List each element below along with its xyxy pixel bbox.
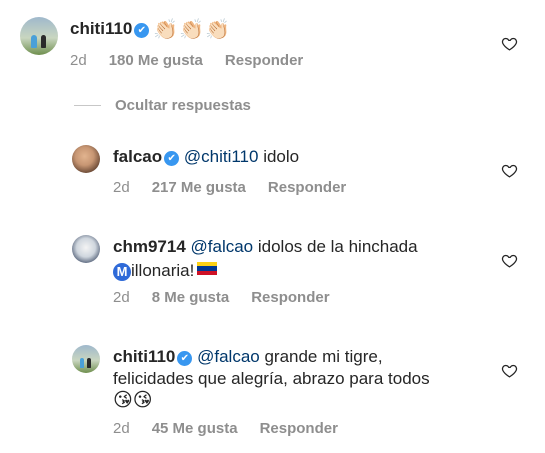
comment-username[interactable]: chm9714	[113, 237, 186, 256]
divider	[74, 105, 101, 106]
comment-username[interactable]: falcao	[113, 147, 162, 166]
comment-text: idolo	[258, 147, 300, 166]
comment: chiti110 ✔ 👏🏻👏🏻👏🏻 2d 180 Me gusta Responder	[0, 0, 545, 90]
reply-comment: chm9714 @falcao idolos de la hinchada Mi…	[0, 230, 545, 320]
heart-outline-icon[interactable]	[501, 362, 518, 379]
hide-replies[interactable]: Ocultar respuestas	[74, 97, 251, 114]
colombia-flag-icon	[197, 262, 218, 275]
mention-link[interactable]: @falcao	[191, 237, 254, 256]
verified-badge-icon: ✔	[177, 351, 193, 366]
millonarios-m-badge: M	[113, 263, 131, 281]
reply-button[interactable]: Responder	[251, 289, 329, 306]
verified-badge-icon: ✔	[164, 151, 180, 166]
heart-outline-icon[interactable]	[501, 162, 518, 179]
like-count[interactable]: 180 Me gusta	[109, 52, 203, 69]
avatar[interactable]	[72, 235, 100, 263]
comment-text: illonaria!	[131, 261, 195, 280]
comment-age[interactable]: 2d	[113, 179, 130, 196]
like-count[interactable]: 8 Me gusta	[152, 289, 230, 306]
comment-age[interactable]: 2d	[113, 289, 130, 306]
mention-link[interactable]: @falcao	[197, 347, 260, 366]
verified-badge-icon: ✔	[134, 23, 150, 38]
reply-button[interactable]: Responder	[268, 179, 346, 196]
comment-text: felicidades que alegría, abrazo para tod…	[113, 369, 430, 388]
reply-comment: falcao ✔ @chiti110 idolo 2d 217 Me gusta Re…	[0, 140, 545, 210]
comment-text: 👏🏻👏🏻👏🏻	[153, 19, 232, 41]
comment-text: grande mi tigre,	[259, 347, 383, 366]
comment-text: idolos de la hinchada	[253, 237, 418, 256]
like-count[interactable]: 217 Me gusta	[152, 179, 246, 196]
avatar[interactable]	[72, 145, 100, 173]
comment-username[interactable]: chiti110	[113, 347, 175, 366]
comment-age[interactable]: 2d	[113, 420, 130, 437]
heart-outline-icon[interactable]	[501, 252, 518, 269]
avatar[interactable]	[72, 345, 100, 373]
hide-replies-label[interactable]: Ocultar respuestas	[115, 97, 251, 114]
reply-comment: chiti110 ✔ @falcao grande mi tigre, felic…	[0, 340, 545, 450]
avatar[interactable]	[20, 17, 58, 55]
reply-button[interactable]: Responder	[260, 420, 338, 437]
mention-link[interactable]: @chiti110	[184, 147, 259, 166]
heart-outline-icon[interactable]	[501, 35, 518, 52]
like-count[interactable]: 45 Me gusta	[152, 420, 238, 437]
comment-age[interactable]: 2d	[70, 52, 87, 69]
reply-button[interactable]: Responder	[225, 52, 303, 69]
comment-emojis: 😘😘	[113, 390, 153, 411]
comment-username[interactable]: chiti110	[70, 19, 132, 38]
